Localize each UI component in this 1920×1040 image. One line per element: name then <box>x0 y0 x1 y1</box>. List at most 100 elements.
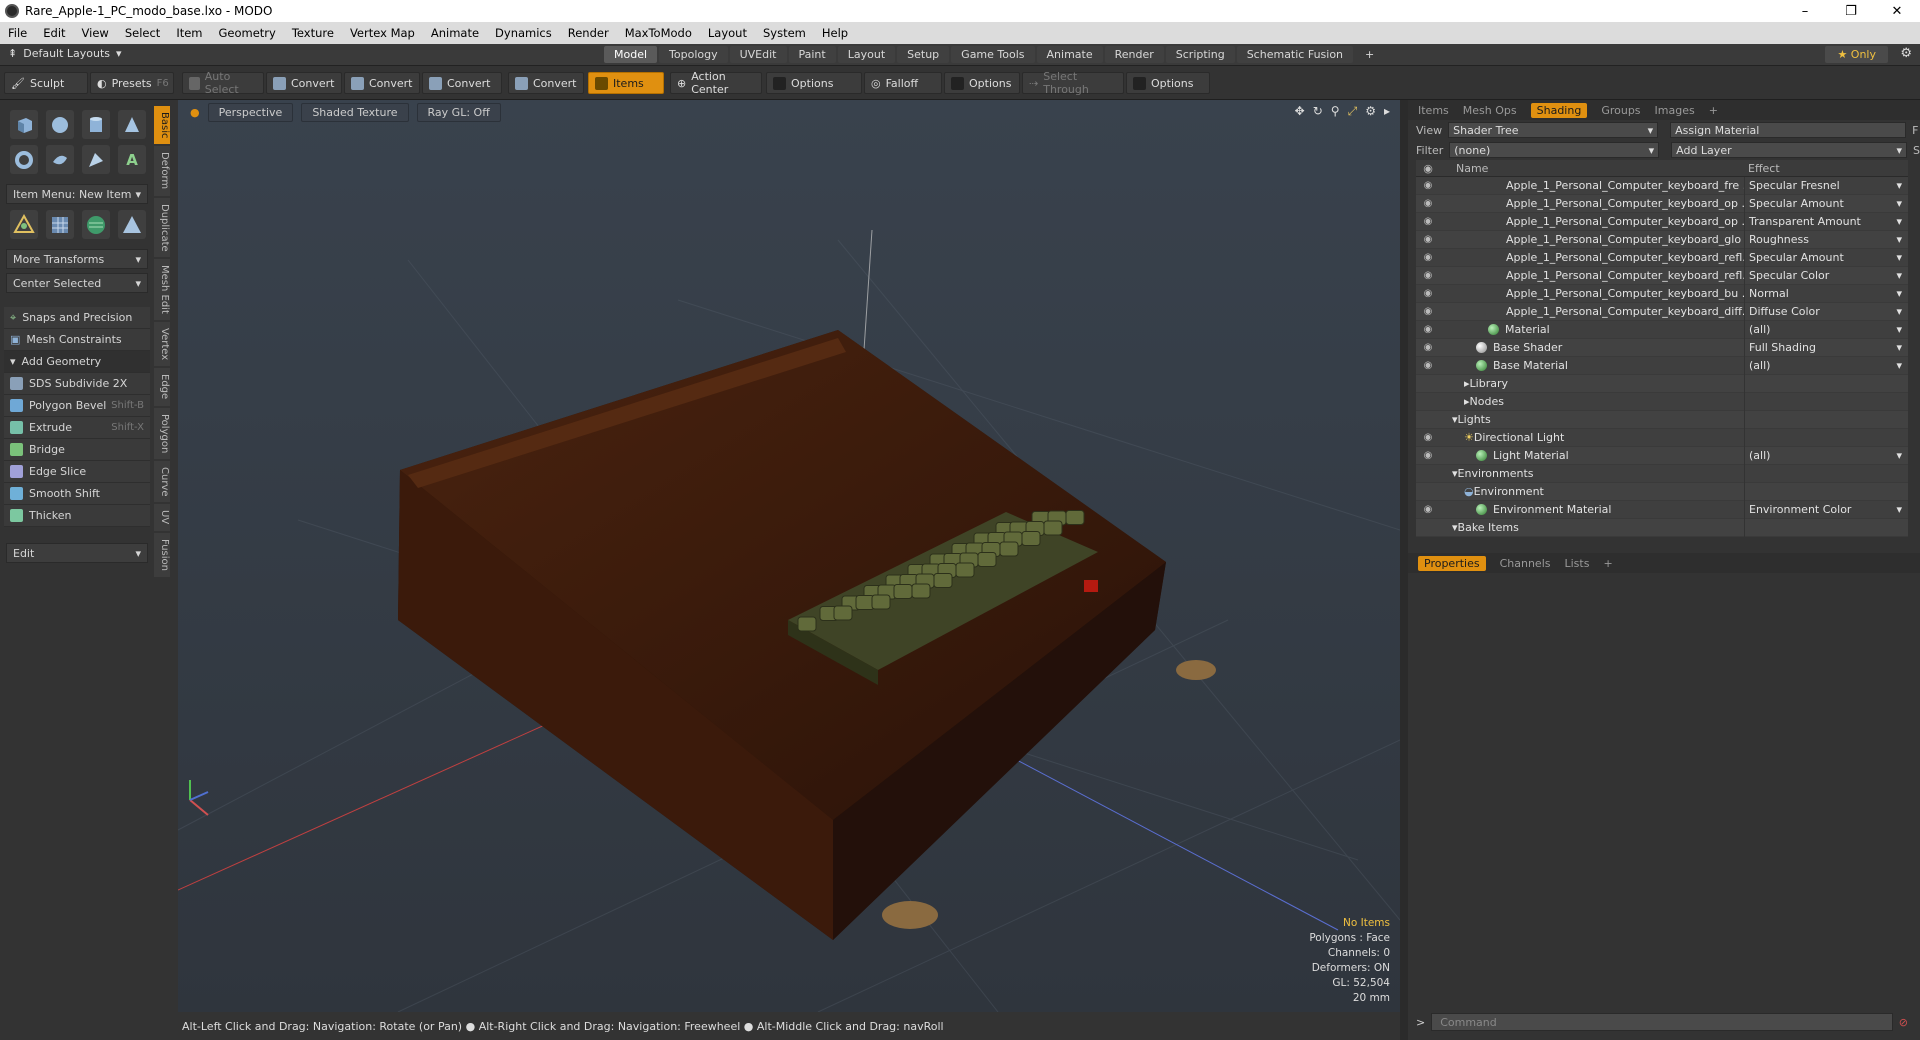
tree-row[interactable]: ◒ Environment <box>1416 482 1908 501</box>
chevron-down-icon[interactable]: ▾ <box>1896 323 1902 336</box>
visibility-eye-icon[interactable]: ◉ <box>1416 504 1440 515</box>
add-geometry-header[interactable]: ▾ Add Geometry <box>4 351 150 373</box>
grid-icon[interactable] <box>46 210 74 239</box>
tree-row[interactable]: ◉ Environment Material Environment Color ▾ <box>1416 500 1908 519</box>
visibility-eye-icon[interactable]: ◉ <box>1416 450 1440 461</box>
move-view-icon[interactable]: ✥ <box>1295 104 1305 119</box>
chevron-down-icon[interactable]: ▾ <box>1896 341 1902 354</box>
tab-items[interactable]: Items <box>1418 104 1449 117</box>
visibility-eye-icon[interactable]: ◉ <box>1416 360 1440 371</box>
tree-row[interactable]: ◉ Apple_1_Personal_Computer_keyboard_bu .… <box>1416 284 1908 303</box>
s-button[interactable]: S <box>1913 144 1920 157</box>
tab-animate[interactable]: Animate <box>1036 46 1103 63</box>
tool-sds-subdivide[interactable]: SDS Subdivide 2X <box>4 373 150 395</box>
pen-icon[interactable] <box>82 145 110 174</box>
gear-icon[interactable]: ⚙ <box>1900 46 1912 61</box>
chevron-down-icon[interactable]: ▾ <box>1896 503 1902 516</box>
presets-button[interactable]: ◐ Presets F6 <box>90 72 174 94</box>
visibility-eye-icon[interactable]: ◉ <box>1416 288 1440 299</box>
perspective-button[interactable]: Perspective <box>207 102 294 122</box>
visibility-eye-icon[interactable]: ◉ <box>1416 234 1440 245</box>
tree-row[interactable]: ◉ ☀ Directional Light <box>1416 428 1908 447</box>
menu-view[interactable]: View <box>74 26 117 40</box>
select-through-button[interactable]: ⇢ Select Through <box>1022 70 1124 96</box>
tab-images[interactable]: Images <box>1655 104 1695 117</box>
menu-vertex-map[interactable]: Vertex Map <box>342 26 423 40</box>
menu-item[interactable]: Item <box>168 26 210 40</box>
vtab-duplicate[interactable]: Duplicate <box>154 197 170 258</box>
vtab-curve[interactable]: Curve <box>154 460 170 503</box>
text-icon[interactable]: A <box>118 145 146 174</box>
add-layer-dropdown[interactable]: Add Layer ▾ <box>1671 142 1908 158</box>
visibility-eye-icon[interactable]: ◉ <box>1416 270 1440 281</box>
options-button-1[interactable]: Options <box>766 72 862 94</box>
chevron-down-icon[interactable]: ▾ <box>1896 269 1902 282</box>
sculpt-button[interactable]: 🖌 Sculpt <box>4 72 88 94</box>
chevron-down-icon[interactable]: ▾ <box>1896 305 1902 318</box>
tree-row[interactable]: ◉ Base Material (all) ▾ <box>1416 356 1908 375</box>
vtab-basic[interactable]: Basic <box>154 106 170 145</box>
cone-icon[interactable] <box>118 110 146 139</box>
add-panel-tab-button[interactable]: + <box>1709 104 1718 117</box>
cylinder-icon[interactable] <box>82 110 110 139</box>
tab-shading[interactable]: Shading <box>1530 102 1588 118</box>
sphere-icon[interactable] <box>46 110 74 139</box>
visibility-eye-icon[interactable]: ◉ <box>1416 180 1440 191</box>
options-button-3[interactable]: Options <box>1126 72 1210 94</box>
chevron-down-icon[interactable]: ▾ <box>1896 359 1902 372</box>
tab-model[interactable]: Model <box>604 46 658 63</box>
options-button-2[interactable]: Options <box>944 72 1020 94</box>
fit-icon[interactable]: ⤢ <box>1348 104 1358 119</box>
vtab-fusion[interactable]: Fusion <box>154 532 170 577</box>
center-selected-dropdown[interactable]: Center Selected ▾ <box>6 273 148 293</box>
expand-arrow-icon[interactable]: ▸ <box>1384 104 1390 119</box>
convert-edge-button[interactable]: Convert <box>344 72 420 94</box>
viewport-options-dot[interactable]: ● <box>190 106 200 119</box>
vtab-uv[interactable]: UV <box>154 504 170 531</box>
chevron-down-icon[interactable]: ▾ <box>1896 179 1902 192</box>
menu-geometry[interactable]: Geometry <box>211 26 284 40</box>
chevron-down-icon[interactable]: ▾ <box>1896 215 1902 228</box>
convert-vertex-button[interactable]: Convert <box>266 72 342 94</box>
tree-row[interactable]: ◉ Apple_1_Personal_Computer_keyboard_op .… <box>1416 212 1908 231</box>
menu-help[interactable]: Help <box>814 26 856 40</box>
visibility-eye-icon[interactable]: ◉ <box>1416 342 1440 353</box>
convert-polygon-button[interactable]: Convert <box>422 72 502 94</box>
vtab-mesh-edit[interactable]: Mesh Edit <box>154 259 170 321</box>
tree-row[interactable]: ◉ Apple_1_Personal_Computer_keyboard_refl… <box>1416 266 1908 285</box>
rotate-view-icon[interactable]: ↻ <box>1313 104 1323 119</box>
tab-lists[interactable]: Lists <box>1565 557 1590 570</box>
add-tab-button[interactable]: + <box>1355 46 1384 63</box>
convert-item-button[interactable]: Convert <box>508 72 584 94</box>
tab-setup[interactable]: Setup <box>897 46 950 63</box>
visibility-eye-icon[interactable]: ◉ <box>1416 306 1440 317</box>
item-menu-dropdown[interactable]: Item Menu: New Item ▾ <box>6 184 148 204</box>
menu-edit[interactable]: Edit <box>35 26 73 40</box>
tab-groups[interactable]: Groups <box>1601 104 1640 117</box>
menu-file[interactable]: File <box>0 26 35 40</box>
tab-game-tools[interactable]: Game Tools <box>951 46 1035 63</box>
visibility-eye-icon[interactable]: ◉ <box>1416 198 1440 209</box>
tree-row[interactable]: ◉ Material (all) ▾ <box>1416 320 1908 339</box>
shaded-texture-button[interactable]: Shaded Texture <box>301 102 409 122</box>
tab-render[interactable]: Render <box>1104 46 1164 63</box>
tree-row[interactable]: ◉ Base Shader Full Shading ▾ <box>1416 338 1908 357</box>
menu-layout[interactable]: Layout <box>700 26 755 40</box>
tab-paint[interactable]: Paint <box>788 46 836 63</box>
visibility-eye-icon[interactable]: ◉ <box>1416 432 1440 443</box>
items-mode-button[interactable]: Items <box>588 72 664 94</box>
capsule-icon[interactable] <box>46 145 74 174</box>
visibility-eye-icon[interactable]: ◉ <box>1416 216 1440 227</box>
falloff-button[interactable]: ◎ Falloff <box>864 72 942 94</box>
chevron-down-icon[interactable]: ▾ <box>1896 449 1902 462</box>
tree-row[interactable]: ▸ Library <box>1416 374 1908 393</box>
vtab-deform[interactable]: Deform <box>154 146 170 196</box>
more-transforms-dropdown[interactable]: More Transforms ▾ <box>6 249 148 269</box>
snaps-precision-button[interactable]: ⌖ Snaps and Precision <box>4 307 150 329</box>
chevron-down-icon[interactable]: ▾ <box>1896 251 1902 264</box>
shader-tree-dropdown[interactable]: Shader Tree ▾ <box>1448 122 1659 138</box>
minimize-button[interactable]: – <box>1782 0 1828 22</box>
visibility-eye-icon[interactable]: ◉ <box>1416 252 1440 263</box>
tab-topology[interactable]: Topology <box>659 46 728 63</box>
maximize-button[interactable]: ❐ <box>1828 0 1874 22</box>
